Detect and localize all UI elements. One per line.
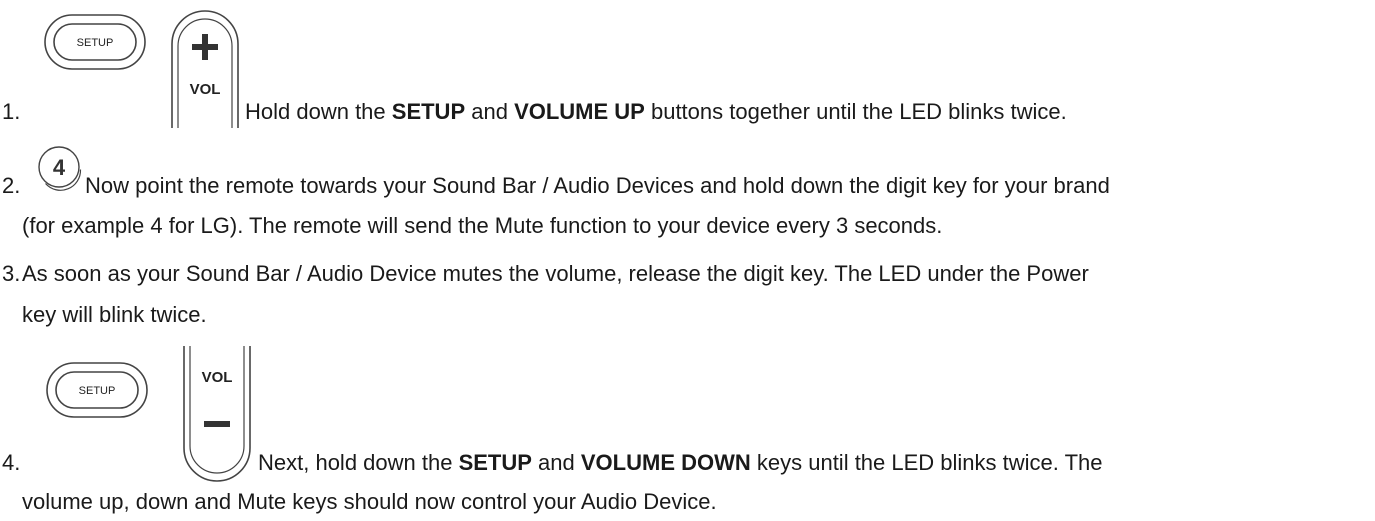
step-1-number: 1. (2, 99, 21, 124)
step-1-text: Hold down the SETUP and VOLUME UP button… (245, 99, 1067, 125)
step-1-mid: and (465, 99, 515, 124)
step-4-pre: Next, hold down the (258, 450, 459, 475)
step-1-setup-bold: SETUP (391, 99, 466, 124)
digit-4-button-icon: 4 (38, 146, 82, 191)
digit-4-label: 4 (53, 155, 66, 180)
step-4-line2: volume up, down and Mute keys should now… (22, 489, 717, 514)
step-3-line1: As soon as your Sound Bar / Audio Device… (22, 261, 1089, 286)
step-4-number: 4. (2, 450, 21, 475)
step-2-line2: (for example 4 for LG). The remote will … (22, 213, 943, 238)
step-3-number: 3. (2, 261, 21, 286)
volume-up-button-icon: VOL (171, 10, 239, 128)
step-3-line2: key will blink twice. (22, 302, 207, 327)
vol-label-2: VOL (202, 369, 233, 386)
step-2-number: 2. (2, 173, 21, 198)
setup-button-icon-2: SETUP (46, 362, 148, 418)
step-1-volume-up-bold: VOLUME UP (514, 99, 645, 124)
step-2-line1: Now point the remote towards your Sound … (85, 173, 1110, 198)
step-4-setup-bold: SETUP (458, 450, 532, 475)
step-4-volume-down-bold: VOLUME DOWN (580, 450, 751, 475)
setup-button-label: SETUP (77, 37, 114, 49)
step-4-text: Next, hold down the SETUP and VOLUME DOW… (258, 450, 1103, 476)
setup-button-label-2: SETUP (79, 385, 116, 397)
step-1-post: buttons together until the LED blinks tw… (644, 99, 1067, 124)
step-4-post: keys until the LED blinks twice. The (750, 450, 1103, 475)
step-4-mid: and (531, 450, 581, 475)
step-1-pre: Hold down the (245, 99, 392, 124)
volume-down-button-icon: VOL (183, 346, 251, 482)
setup-button-icon: SETUP (44, 14, 146, 70)
vol-label: VOL (190, 81, 221, 98)
